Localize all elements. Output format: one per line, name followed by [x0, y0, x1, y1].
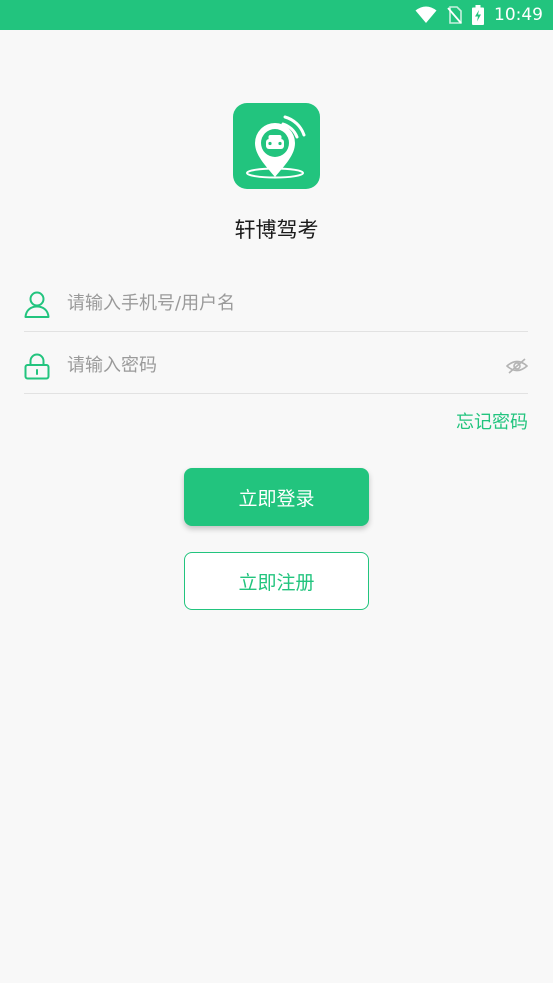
password-field: [24, 338, 528, 394]
user-icon: [24, 290, 50, 318]
driving-location-pin-icon: [246, 115, 306, 179]
lock-icon: [24, 352, 50, 380]
battery-charging-icon: [472, 5, 484, 25]
password-input[interactable]: [67, 355, 506, 376]
eye-hidden-icon[interactable]: [506, 355, 528, 377]
status-bar: 10:49: [0, 0, 553, 30]
app-logo: [233, 103, 320, 189]
wifi-icon: [415, 6, 437, 24]
forgot-password-link[interactable]: 忘记密码: [456, 408, 528, 434]
register-button[interactable]: 立即注册: [184, 552, 369, 610]
login-button[interactable]: 立即登录: [184, 468, 369, 526]
username-input[interactable]: [67, 293, 528, 314]
status-time: 10:49: [494, 5, 543, 25]
no-sim-icon: [447, 6, 462, 24]
username-field: [24, 276, 528, 332]
app-name: 轩博驾考: [234, 218, 319, 242]
